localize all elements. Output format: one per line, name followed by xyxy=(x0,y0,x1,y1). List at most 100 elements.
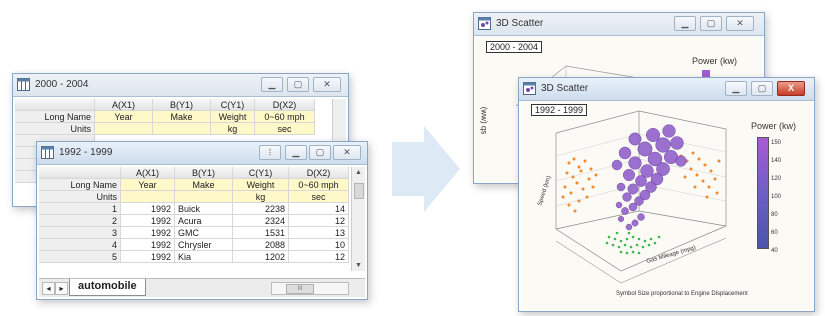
horizontal-scrollbar[interactable]: III xyxy=(271,282,349,295)
units-cell[interactable]: sec xyxy=(255,123,315,135)
year-cell[interactable]: 1992 xyxy=(121,251,175,263)
close-button[interactable]: ✕ xyxy=(726,16,754,31)
row-number[interactable]: 5 xyxy=(39,251,121,263)
graph-icon xyxy=(478,17,491,30)
row-label-units[interactable]: Units xyxy=(39,191,121,203)
long-name-cell[interactable]: Weight xyxy=(233,179,289,191)
row-number[interactable]: 1 xyxy=(39,203,121,215)
vertical-scrollbar[interactable]: ▲ ▼ xyxy=(351,167,365,271)
close-button[interactable]: X xyxy=(777,81,805,96)
column-header-d[interactable]: D(X2) xyxy=(255,99,315,111)
minimize-icon: ▁ xyxy=(732,83,740,93)
acceleration-cell[interactable]: 12 xyxy=(289,251,349,263)
year-cell[interactable]: 1992 xyxy=(121,227,175,239)
make-cell[interactable]: Chrysler xyxy=(175,239,233,251)
scroll-down-icon[interactable]: ▼ xyxy=(352,260,365,271)
maximize-icon: ▢ xyxy=(757,83,767,93)
row-label-long-name[interactable]: Long Name xyxy=(39,179,121,191)
units-cell[interactable] xyxy=(153,123,211,135)
year-cell[interactable]: 1992 xyxy=(121,215,175,227)
minimize-button[interactable]: ▁ xyxy=(674,16,696,31)
corner-cell[interactable] xyxy=(39,167,121,179)
maximize-button[interactable]: ▢ xyxy=(700,16,722,31)
graph-1992-1999-window[interactable]: 3D Scatter ▁ ▢ X 1992 - 1999 Speed (km) … xyxy=(518,77,815,312)
row-label-units[interactable]: Units xyxy=(15,123,95,135)
help-button[interactable]: ⁞ xyxy=(259,145,281,160)
graph-page: 1992 - 1999 Speed (km) Gas Mileage (mpg)… xyxy=(521,101,812,309)
column-header-a[interactable]: A(X1) xyxy=(95,99,153,111)
tab-nav-left-button[interactable]: ◂ xyxy=(42,282,55,295)
acceleration-cell[interactable]: 12 xyxy=(289,215,349,227)
column-header-a[interactable]: A(X1) xyxy=(121,167,175,179)
close-button[interactable]: ✕ xyxy=(313,77,341,92)
row-label-long-name[interactable]: Long Name xyxy=(15,111,95,123)
row-number[interactable]: 3 xyxy=(39,227,121,239)
corner-cell[interactable] xyxy=(15,99,95,111)
transform-arrow-icon xyxy=(392,126,460,212)
acceleration-cell[interactable]: 10 xyxy=(289,239,349,251)
scroll-up-icon[interactable]: ▲ xyxy=(352,167,365,178)
make-cell[interactable]: Acura xyxy=(175,215,233,227)
row-number[interactable]: 2 xyxy=(39,215,121,227)
minimize-icon: ▁ xyxy=(681,18,689,28)
maximize-button[interactable]: ▢ xyxy=(309,145,331,160)
window-title: 1992 - 1999 xyxy=(59,147,113,158)
title-bar[interactable]: 2000 - 2004 ▁ ▢ ✕ xyxy=(13,74,348,97)
column-header-c[interactable]: C(Y1) xyxy=(211,99,255,111)
long-name-cell[interactable]: Year xyxy=(95,111,153,123)
colorbar-ticks: 150 140 120 100 80 60 40 xyxy=(771,134,781,260)
units-cell[interactable] xyxy=(121,191,175,203)
scroll-thumb[interactable] xyxy=(354,183,364,199)
year-cell[interactable]: 1992 xyxy=(121,239,175,251)
units-cell[interactable] xyxy=(95,123,153,135)
units-cell[interactable]: sec xyxy=(289,191,349,203)
long-name-cell[interactable]: 0~60 mph xyxy=(255,111,315,123)
long-name-cell[interactable]: Year xyxy=(121,179,175,191)
year-cell[interactable]: 1992 xyxy=(121,203,175,215)
axis-ticks xyxy=(555,237,727,284)
tab-nav-left-icon: ◂ xyxy=(46,284,51,293)
title-bar[interactable]: 3D Scatter ▁ ▢ ✕ xyxy=(474,13,764,36)
make-cell[interactable]: Buick xyxy=(175,203,233,215)
hscroll-thumb[interactable]: III xyxy=(286,284,314,294)
colorbar-tick: 140 xyxy=(771,158,782,164)
weight-cell[interactable]: 2088 xyxy=(233,239,289,251)
maximize-button[interactable]: ▢ xyxy=(751,81,773,96)
units-cell[interactable]: kg xyxy=(211,123,255,135)
weight-cell[interactable]: 1202 xyxy=(233,251,289,263)
maximize-icon: ▢ xyxy=(293,79,303,89)
make-cell[interactable]: GMC xyxy=(175,227,233,239)
minimize-button[interactable]: ▁ xyxy=(285,145,307,160)
acceleration-cell[interactable]: 13 xyxy=(289,227,349,239)
worksheet-1992-1999-window[interactable]: 1992 - 1999 ⁞ ▁ ▢ ✕ A(X1) B(Y1) C(Y1) D(… xyxy=(36,141,368,300)
minimize-button[interactable]: ▁ xyxy=(261,77,283,92)
window-title: 2000 - 2004 xyxy=(35,79,89,90)
title-bar[interactable]: 1992 - 1999 ⁞ ▁ ▢ ✕ xyxy=(37,142,367,165)
minimize-button[interactable]: ▁ xyxy=(725,81,747,96)
long-name-cell[interactable]: Weight xyxy=(211,111,255,123)
units-cell[interactable]: kg xyxy=(233,191,289,203)
sheet-tab-automobile[interactable]: automobile xyxy=(69,279,146,296)
acceleration-cell[interactable]: 14 xyxy=(289,203,349,215)
green-projection-points xyxy=(605,231,661,255)
title-bar[interactable]: 3D Scatter ▁ ▢ X xyxy=(519,78,814,101)
column-header-b[interactable]: B(Y1) xyxy=(175,167,233,179)
column-header-c[interactable]: C(Y1) xyxy=(233,167,289,179)
long-name-cell[interactable]: Make xyxy=(175,179,233,191)
colorbar-tick: 80 xyxy=(771,212,778,218)
close-button[interactable]: ✕ xyxy=(333,145,361,160)
close-icon: ✕ xyxy=(323,79,331,89)
long-name-cell[interactable]: 0~60 mph xyxy=(289,179,349,191)
weight-cell[interactable]: 2238 xyxy=(233,203,289,215)
make-cell[interactable]: Kia xyxy=(175,251,233,263)
tab-nav-right-button[interactable]: ▸ xyxy=(55,282,68,295)
weight-cell[interactable]: 1531 xyxy=(233,227,289,239)
row-number[interactable]: 4 xyxy=(39,239,121,251)
column-header-d[interactable]: D(X2) xyxy=(289,167,349,179)
units-cell[interactable] xyxy=(175,191,233,203)
colorbar-tick: 100 xyxy=(771,194,782,200)
long-name-cell[interactable]: Make xyxy=(153,111,211,123)
weight-cell[interactable]: 2324 xyxy=(233,215,289,227)
maximize-button[interactable]: ▢ xyxy=(287,77,309,92)
column-header-b[interactable]: B(Y1) xyxy=(153,99,211,111)
